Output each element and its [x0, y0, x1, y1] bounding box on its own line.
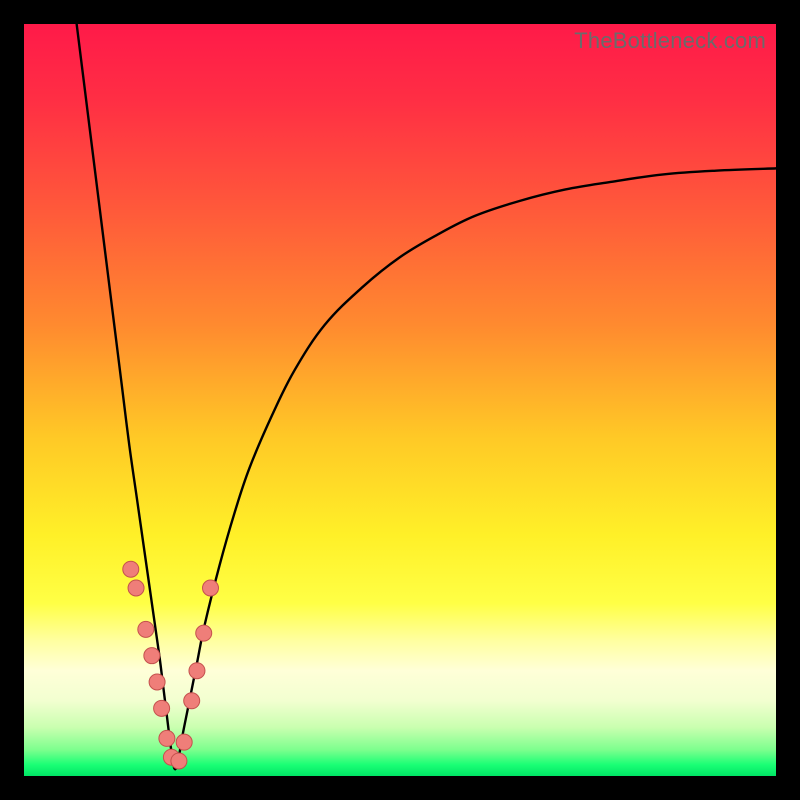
data-marker	[189, 663, 205, 679]
data-marker	[128, 580, 144, 596]
data-marker	[149, 674, 165, 690]
data-marker	[154, 700, 170, 716]
plot-area: TheBottleneck.com	[24, 24, 776, 776]
data-marker	[123, 561, 139, 577]
outer-frame: TheBottleneck.com	[0, 0, 800, 800]
curve-layer	[24, 24, 776, 776]
marker-group	[123, 561, 219, 769]
data-marker	[138, 621, 154, 637]
data-marker	[171, 753, 187, 769]
data-marker	[144, 648, 160, 664]
watermark-text: TheBottleneck.com	[574, 28, 766, 54]
bottleneck-curve	[77, 24, 776, 769]
data-marker	[176, 734, 192, 750]
data-marker	[184, 693, 200, 709]
data-marker	[203, 580, 219, 596]
data-marker	[196, 625, 212, 641]
data-marker	[159, 730, 175, 746]
